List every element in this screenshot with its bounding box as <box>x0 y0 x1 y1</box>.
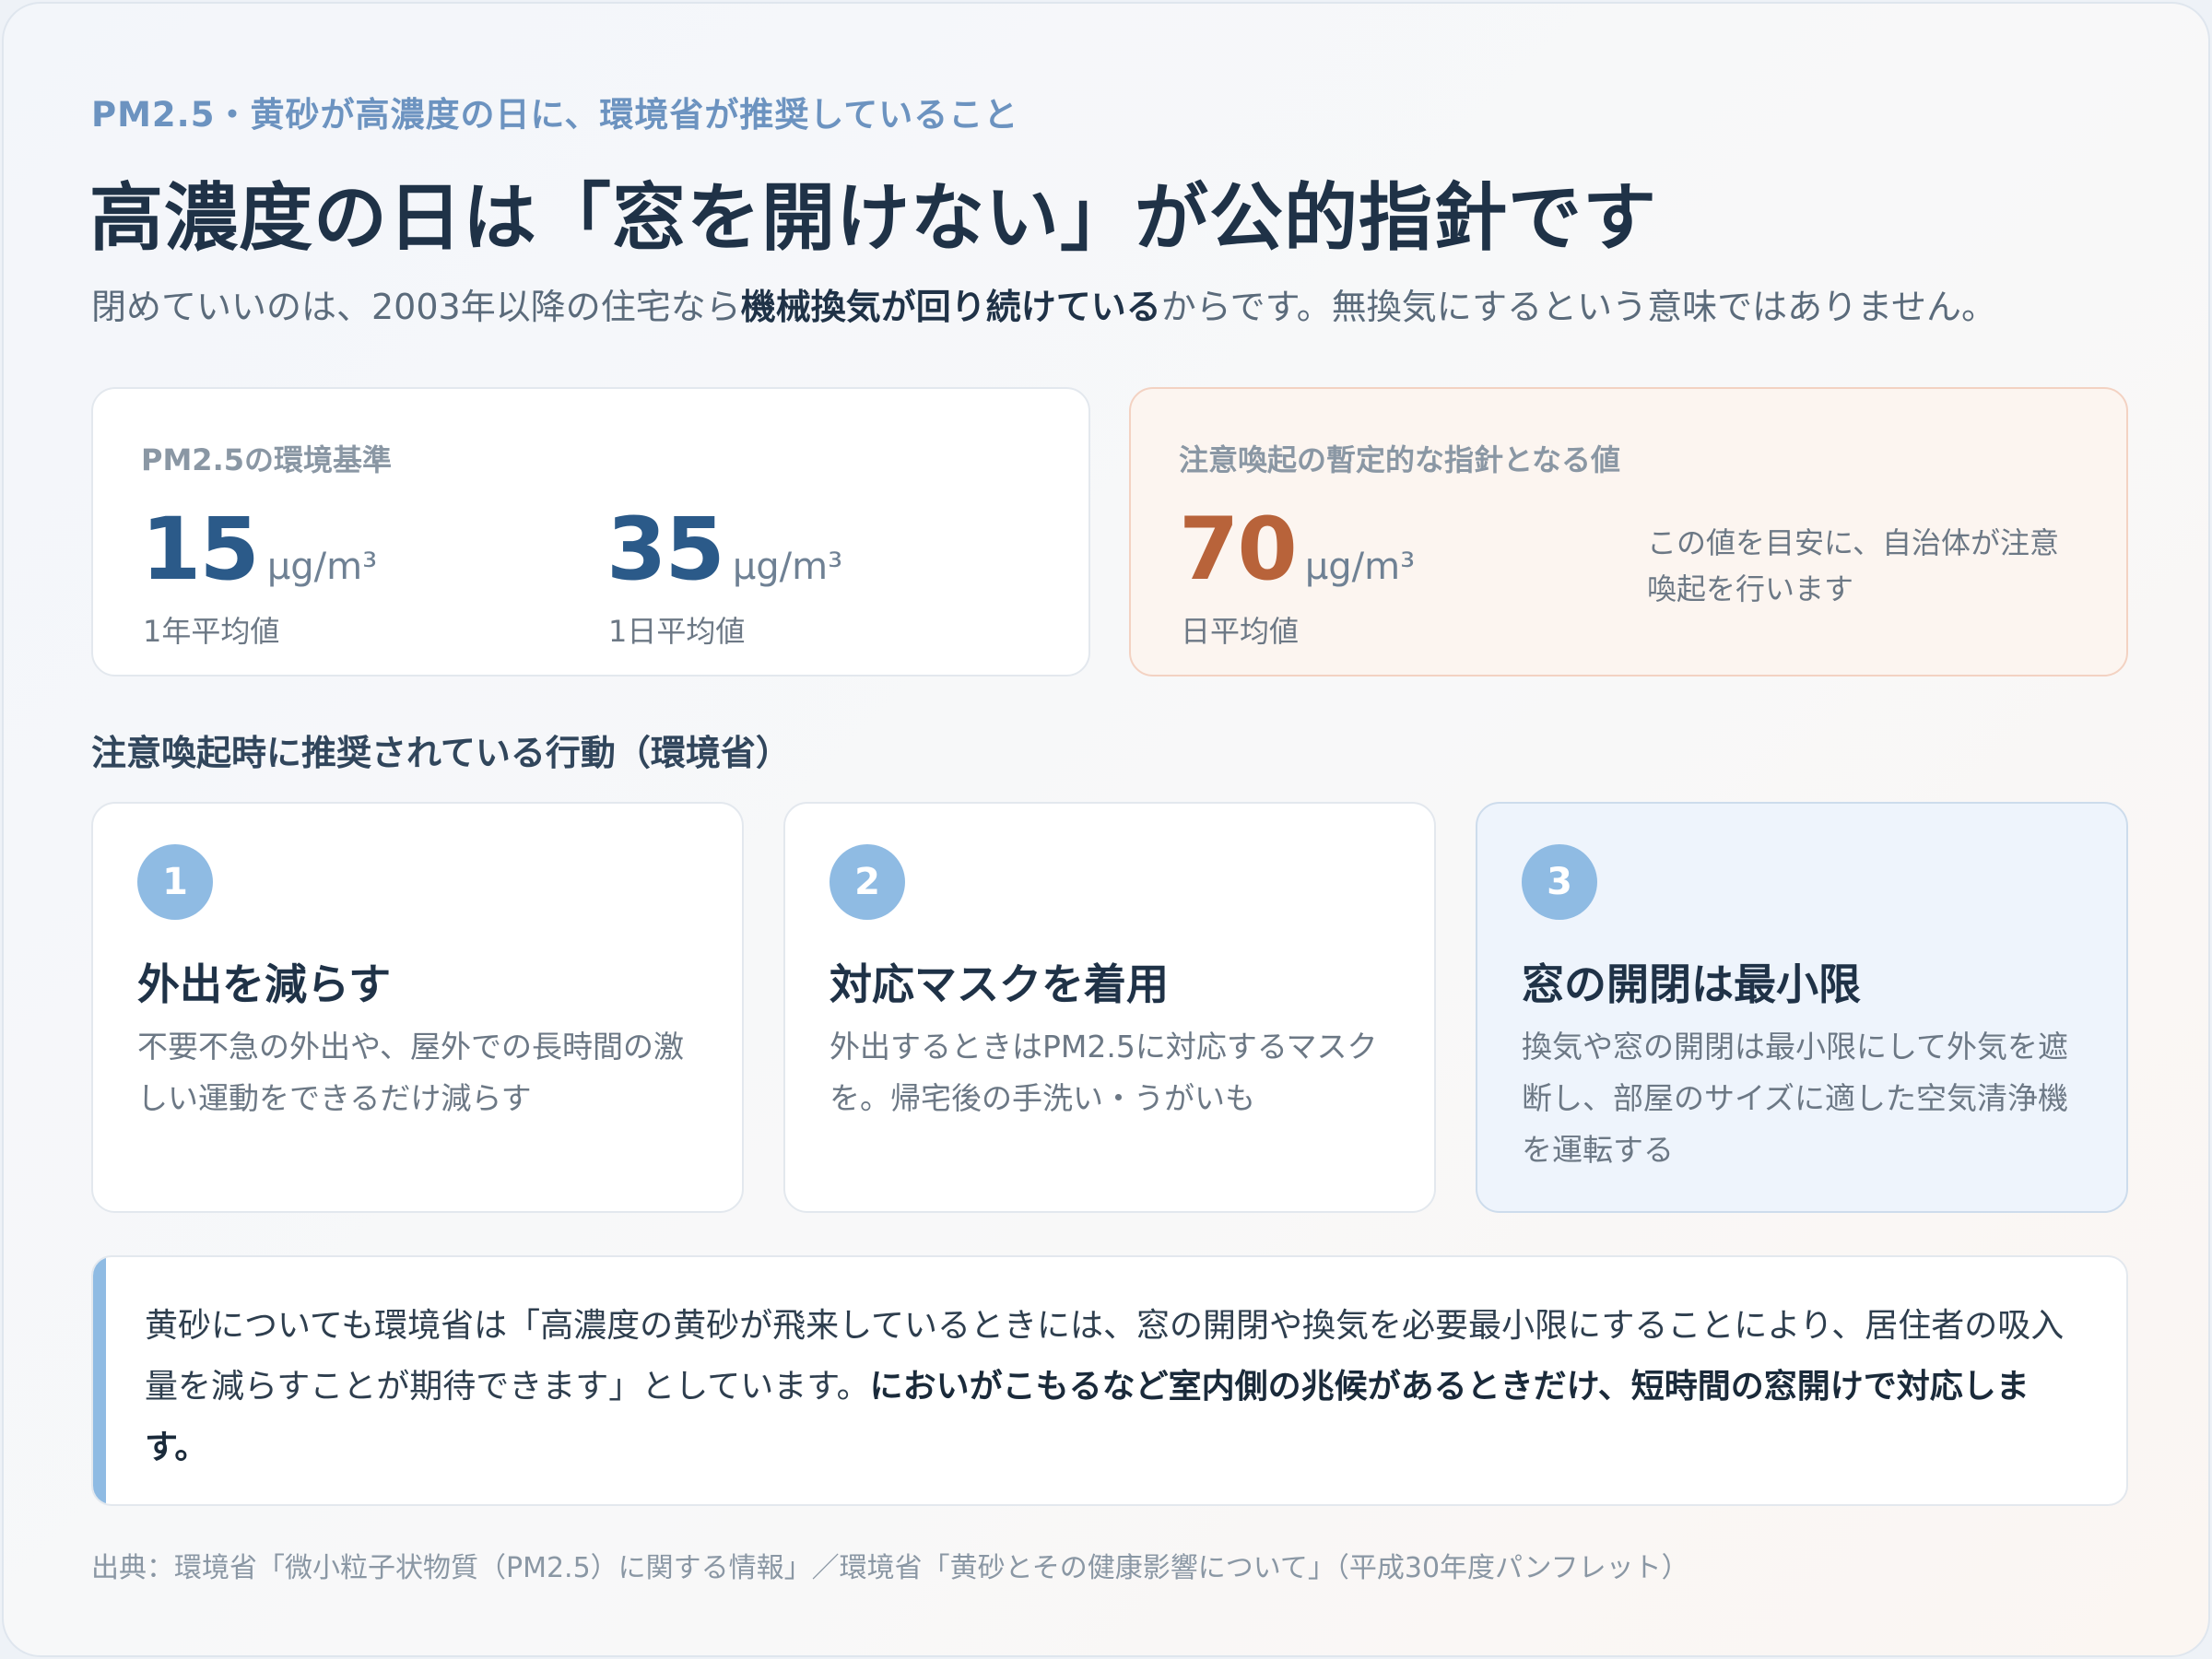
source-citation: 出典：環境省「微小粒子状物質（PM2.5）に関する情報」／環境省「黄砂とその健康… <box>91 1552 1689 1584</box>
alert-label: 注意喚起の暫定的な指針となる値 <box>1179 442 1621 477</box>
standard-label: PM2.5の環境基準 <box>141 442 392 477</box>
step-number-badge: 3 <box>1522 844 1597 920</box>
alert-guideline-box: 注意喚起の暫定的な指針となる値 70 μg/m³ 日平均値 この値を目安に、自治体… <box>1129 387 2128 677</box>
step-title: 対応マスクを着用 <box>830 959 1169 1009</box>
eyebrow-heading: PM2.5・黄砂が高濃度の日に、環境省が推奨していること <box>91 95 1019 135</box>
step-number-badge: 1 <box>137 844 213 920</box>
alert-caption: 日平均値 <box>1181 614 1300 649</box>
step-title: 外出を減らす <box>137 959 392 1009</box>
lead-text-part-1: 閉めていいのは、2003年以降の住宅なら <box>91 287 741 327</box>
alert-value: 70 <box>1179 500 1298 600</box>
annual-standard: 15 μg/m³ 1年平均値 <box>141 500 378 649</box>
kosa-callout: 黄砂についても環境省は「高濃度の黄砂が飛来しているときには、窓の開閉や換気を必要… <box>91 1255 2128 1506</box>
step-description: 不要不急の外出や、屋外での長時間の激しい運動をできるだけ減らす <box>137 1029 685 1116</box>
infographic-card: PM2.5・黄砂が高濃度の日に、環境省が推奨していること 高濃度の日は「窓を開け… <box>2 2 2210 1657</box>
lead-text-emphasis: 機械換気が回り続けている <box>740 287 1161 327</box>
alert-note: この値を目安に、自治体が注意喚起を行います <box>1647 525 2060 606</box>
step-title: 窓の開閉は最小限 <box>1522 959 1861 1009</box>
daily-caption: 1日平均値 <box>608 614 746 649</box>
annual-unit: μg/m³ <box>266 546 378 588</box>
annual-caption: 1年平均値 <box>143 614 280 649</box>
callout-text: 黄砂についても環境省は「高濃度の黄砂が飛来しているときには、窓の開閉や換気を必要… <box>145 1296 2089 1478</box>
step-description: 外出するときはPM2.5に対応するマスクを。帰宅後の手洗い・うがいも <box>830 1029 1378 1116</box>
step-number-badge: 2 <box>830 844 905 920</box>
page-title: 高濃度の日は「窓を開けない」が公的指針です <box>89 175 1657 261</box>
environmental-standard-box: PM2.5の環境基準 15 μg/m³ 1年平均値 35 μg/m³ 1日平均値 <box>91 387 1090 677</box>
daily-unit: μg/m³ <box>732 546 843 588</box>
annual-value: 15 <box>141 500 260 600</box>
action-card-3: 3 窓の開閉は最小限 換気や窓の開閉は最小限にして外気を遮断し、部屋のサイズに適… <box>1476 802 2128 1213</box>
lead-text-part-2: からです。無換気にするという意味ではありません。 <box>1160 287 1997 327</box>
action-card-2: 2 対応マスクを着用 外出するときはPM2.5に対応するマスクを。帰宅後の手洗い… <box>783 802 1436 1213</box>
alert-unit: μg/m³ <box>1304 546 1416 588</box>
actions-section-title: 注意喚起時に推奨されている行動（環境省） <box>91 733 791 773</box>
daily-value: 35 <box>606 500 725 600</box>
step-description: 換気や窓の開閉は最小限にして外気を遮断し、部屋のサイズに適した空気清浄機を運転す… <box>1522 1029 2069 1168</box>
lead-text: 閉めていいのは、2003年以降の住宅なら機械換気が回り続けているからです。無換気… <box>91 278 1996 329</box>
daily-standard: 35 μg/m³ 1日平均値 <box>606 500 843 649</box>
callout-accent-bar <box>93 1257 106 1504</box>
action-card-1: 1 外出を減らす 不要不急の外出や、屋外での長時間の激しい運動をできるだけ減らす <box>91 802 744 1213</box>
alert-stat: 70 μg/m³ 日平均値 <box>1179 500 1416 649</box>
